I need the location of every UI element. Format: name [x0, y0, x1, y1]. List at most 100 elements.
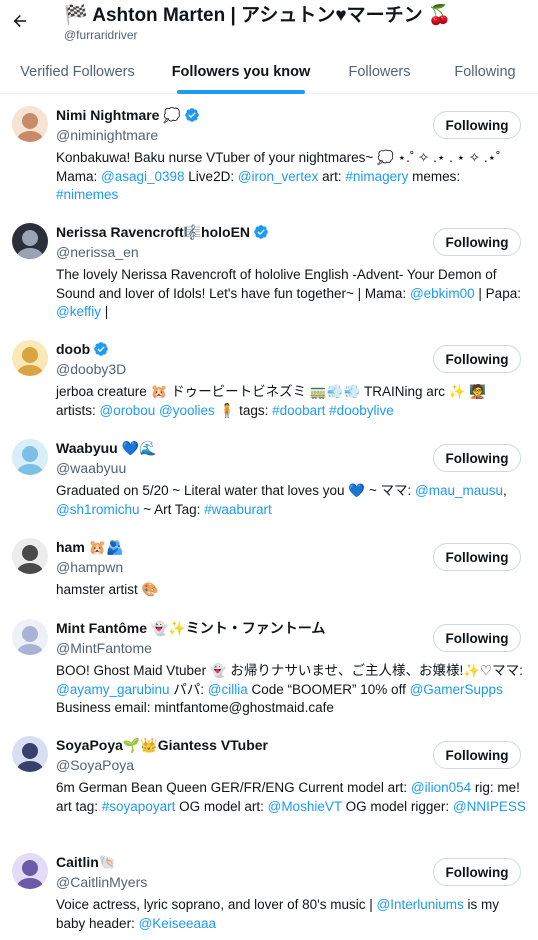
- user-bio: 6m German Bean Queen GER/FR/ENG Current …: [56, 779, 526, 816]
- bio-text: Code “BOOMER” 10% off: [247, 681, 410, 697]
- mention-link[interactable]: @mau_mausu: [415, 483, 503, 498]
- hashtag-link[interactable]: #nimagery: [345, 169, 408, 184]
- bio-text: Business email: mintfantome@ghostmaid.ca…: [56, 700, 334, 715]
- user-name-text: doob: [56, 341, 91, 357]
- follower-tabs: Verified Followers Followers you know Fo…: [0, 50, 538, 94]
- user-display-name[interactable]: Nimi Nightmare 💭: [56, 106, 200, 124]
- user-name-text: Caitlin🐚: [56, 854, 117, 870]
- mention-link[interactable]: @cillia: [208, 682, 248, 697]
- user-name-text: Mint Fantôme 👻✨ミント・ファントーム: [56, 620, 326, 636]
- tab-followers[interactable]: Followers: [327, 50, 432, 94]
- user-cell[interactable]: doob @dooby3D jerboa creature 🐹 ドゥービートビネズミ…: [0, 340, 538, 450]
- following-button[interactable]: Following: [433, 858, 521, 886]
- bio-text: | Papa:: [474, 285, 521, 301]
- avatar[interactable]: [12, 340, 48, 376]
- tab-followers-you-know[interactable]: Followers you know: [155, 50, 327, 94]
- user-display-name[interactable]: SoyaPoya🌱👑Giantess VTuber: [56, 736, 268, 754]
- user-cell[interactable]: Waabyuu 💙🌊 @waabyuu Graduated on 5/20 ~ Li…: [0, 439, 538, 549]
- bio-text: 6m German Bean Queen GER/FR/ENG Current …: [56, 780, 411, 795]
- profile-title: 🏁 Ashton Marten | アシュトン♥マーチン 🍒: [64, 5, 452, 26]
- user-display-name[interactable]: ham 🐹🫂: [56, 538, 124, 556]
- mention-link[interactable]: @iron_vertex: [238, 169, 319, 184]
- user-display-name[interactable]: Caitlin🐚: [56, 853, 116, 871]
- bio-text: パパ:: [169, 681, 208, 697]
- user-handle[interactable]: @waabyuu: [56, 459, 126, 477]
- user-cell[interactable]: Nerissa Ravencroft🎼holoEN @nerissa_en The …: [0, 223, 538, 333]
- user-name-text: Nimi Nightmare 💭: [56, 107, 181, 123]
- hashtag-link[interactable]: #nimemes: [56, 187, 118, 202]
- mention-link[interactable]: @Interluniums: [376, 897, 463, 912]
- tab-verified-followers[interactable]: Verified Followers: [0, 50, 155, 94]
- user-cell[interactable]: Caitlin🐚 @CaitlinMyers Voice actress, lyri…: [0, 853, 538, 940]
- avatar[interactable]: [12, 106, 48, 142]
- bio-text: |: [100, 304, 109, 319]
- back-arrow-icon[interactable]: [8, 9, 32, 33]
- bio-text: BOO! Ghost Maid Vtuber 👻 お帰りナサいませ、ご主人様、お…: [56, 663, 523, 678]
- avatar[interactable]: [12, 853, 48, 889]
- hashtag-link[interactable]: #soyapoyart: [102, 799, 176, 814]
- mention-link[interactable]: @GamerSupps: [410, 682, 503, 697]
- following-button[interactable]: Following: [433, 624, 521, 652]
- mention-link[interactable]: @yoolies: [159, 403, 215, 418]
- bio-text: OG model rigger:: [341, 798, 453, 814]
- user-handle[interactable]: @MintFantome: [56, 639, 152, 657]
- mention-link[interactable]: @NNIPESS: [453, 799, 526, 814]
- bio-text: Live2D:: [184, 168, 238, 184]
- user-name-text: ham 🐹🫂: [56, 539, 124, 555]
- mention-link[interactable]: @keffiy: [56, 304, 101, 319]
- top-bar: 🏁 Ashton Marten | アシュトン♥マーチン 🍒 @furrarid…: [0, 0, 538, 44]
- user-bio: BOO! Ghost Maid Vtuber 👻 お帰りナサいませ、ご主人様、お…: [56, 662, 526, 718]
- following-button[interactable]: Following: [433, 741, 521, 769]
- user-display-name[interactable]: Mint Fantôme 👻✨ミント・ファントーム: [56, 619, 325, 637]
- following-button[interactable]: Following: [433, 228, 521, 256]
- hashtag-link[interactable]: #doobylive: [329, 403, 394, 418]
- user-handle[interactable]: @nerissa_en: [56, 243, 139, 261]
- mention-link[interactable]: @MoshieVT: [268, 799, 342, 814]
- avatar[interactable]: [12, 736, 48, 772]
- avatar[interactable]: [12, 619, 48, 655]
- tab-following[interactable]: Following: [432, 50, 538, 94]
- bio-text: OG model art:: [175, 798, 268, 814]
- following-button[interactable]: Following: [433, 111, 521, 139]
- mention-link[interactable]: @orobou: [100, 403, 156, 418]
- active-tab-indicator: [177, 90, 305, 94]
- user-bio: hamster artist 🎨: [56, 581, 526, 600]
- user-display-name[interactable]: doob: [56, 340, 109, 358]
- user-handle[interactable]: @CaitlinMyers: [56, 873, 147, 891]
- user-display-name[interactable]: Nerissa Ravencroft🎼holoEN: [56, 223, 269, 241]
- avatar[interactable]: [12, 538, 48, 574]
- user-name-text: Waabyuu 💙🌊: [56, 440, 157, 456]
- verified-badge-icon: [253, 224, 269, 240]
- avatar[interactable]: [12, 223, 48, 259]
- bio-text: 🧍 tags:: [214, 402, 273, 418]
- mention-link[interactable]: @ebkim00: [410, 286, 475, 301]
- mention-link[interactable]: @sh1romichu: [56, 502, 140, 517]
- user-bio: Voice actress, lyric soprano, and lover …: [56, 896, 526, 933]
- bio-text: Voice actress, lyric soprano, and lover …: [56, 897, 377, 912]
- bio-text: ~ Art Tag:: [139, 501, 205, 517]
- following-button[interactable]: Following: [433, 543, 521, 571]
- avatar[interactable]: [12, 439, 48, 475]
- user-name-text: Nerissa Ravencroft🎼holoEN: [56, 224, 251, 240]
- mention-link[interactable]: @ayamy_garubinu: [56, 682, 170, 697]
- hashtag-link[interactable]: #waaburart: [204, 502, 272, 517]
- user-handle[interactable]: @dooby3D: [56, 360, 126, 378]
- user-handle[interactable]: @SoyaPoya: [56, 756, 134, 774]
- user-cell[interactable]: SoyaPoya🌱👑Giantess VTuber @SoyaPoya 6m Ger…: [0, 736, 538, 846]
- verified-badge-icon: [93, 341, 109, 357]
- following-button[interactable]: Following: [433, 444, 521, 472]
- user-cell[interactable]: Mint Fantôme 👻✨ミント・ファントーム @MintFantome BOO…: [0, 619, 538, 729]
- following-button[interactable]: Following: [433, 345, 521, 373]
- user-bio: jerboa creature 🐹 ドゥービートビネズミ 🚃💨💨 TRAINin…: [56, 383, 526, 420]
- mention-link[interactable]: @Keiseeaaa: [139, 916, 217, 931]
- user-handle[interactable]: @hampwn: [56, 558, 123, 576]
- user-handle[interactable]: @niminightmare: [56, 126, 158, 144]
- bio-text: ,: [503, 483, 507, 498]
- bio-text: memes:: [408, 168, 461, 184]
- user-display-name[interactable]: Waabyuu 💙🌊: [56, 439, 156, 457]
- mention-link[interactable]: @ilion054: [411, 780, 471, 795]
- hashtag-link[interactable]: #doobart: [272, 403, 325, 418]
- user-cell[interactable]: Nimi Nightmare 💭 @niminightmare Konbakuwa!…: [0, 106, 538, 216]
- mention-link[interactable]: @asagi_0398: [101, 169, 185, 184]
- bio-text: Graduated on 5/20 ~ Literal water that l…: [56, 483, 416, 498]
